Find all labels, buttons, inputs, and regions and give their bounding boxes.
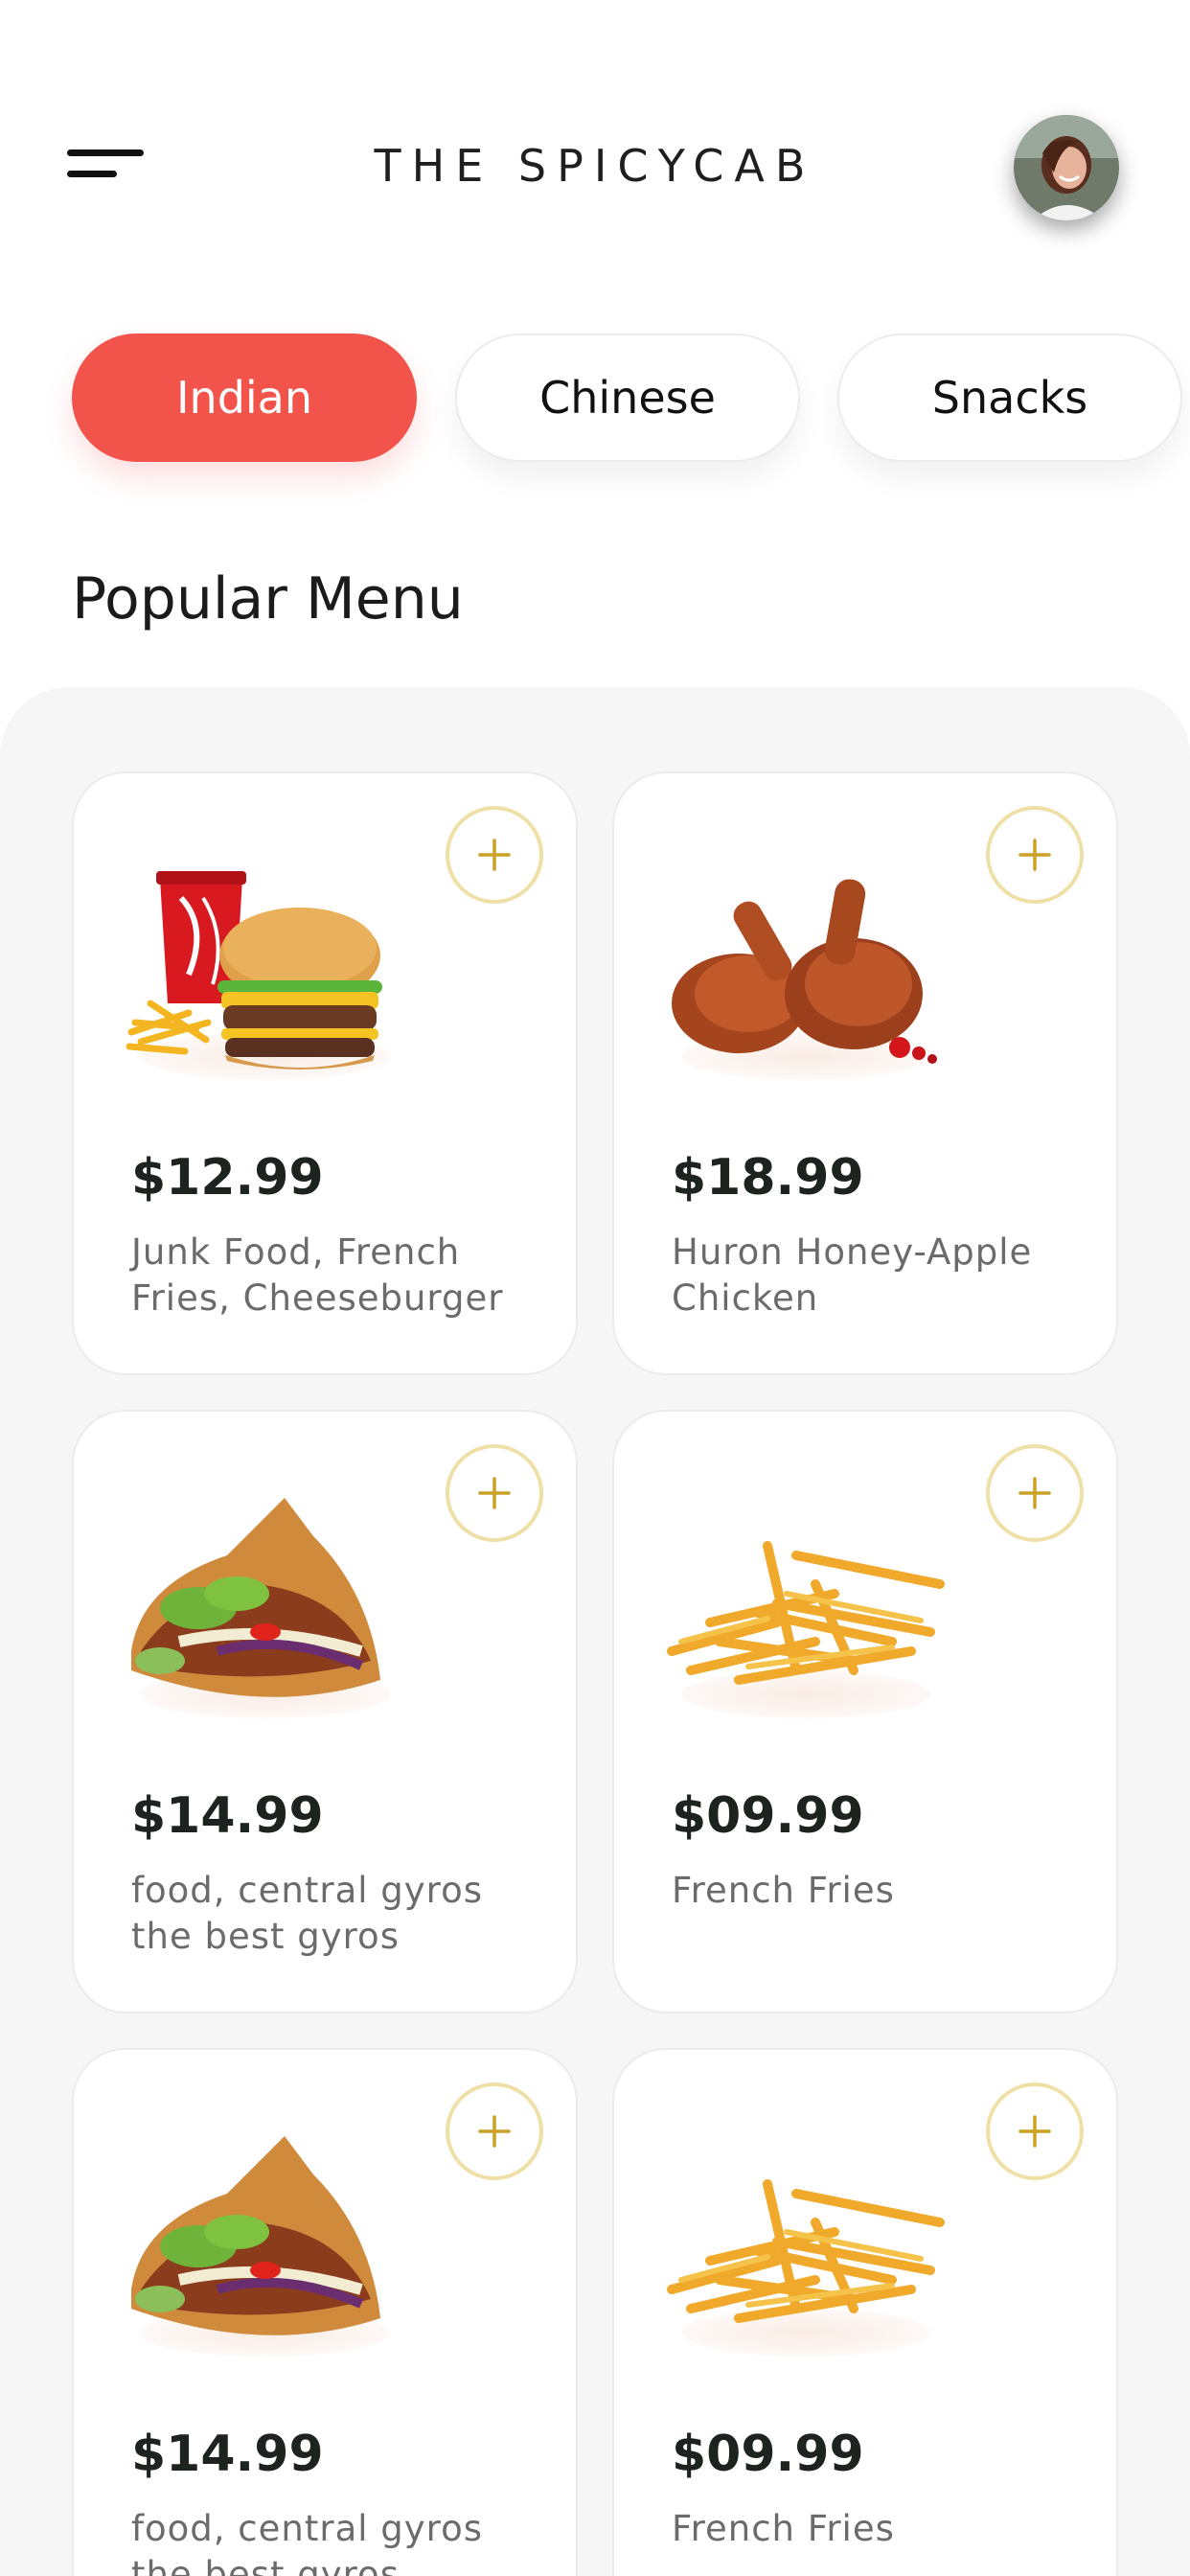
tab-snacks[interactable]: Snacks (837, 334, 1182, 462)
plus-icon (1018, 839, 1051, 871)
french-fries-image (662, 2136, 950, 2347)
plus-icon (1018, 2115, 1051, 2148)
chicken-legs-image (662, 860, 950, 1070)
category-tabs: Indian Chinese Snacks (72, 334, 1190, 464)
menu-item-card[interactable]: $14.99 food, central gyros the best gyro… (72, 1410, 578, 2013)
item-price: $09.99 (672, 2426, 864, 2483)
burger-combo-image (122, 860, 409, 1070)
tab-chinese[interactable]: Chinese (455, 334, 800, 462)
item-price: $09.99 (672, 1787, 864, 1845)
menu-item-card[interactable]: $18.99 Huron Honey-Apple Chicken (612, 771, 1118, 1375)
item-description: food, central gyros the best gyros (131, 1870, 483, 1957)
item-description: French Fries (672, 2508, 895, 2549)
plus-icon (478, 2115, 511, 2148)
item-description: French Fries (672, 1870, 895, 1911)
add-to-cart-button[interactable] (986, 1444, 1084, 1542)
gyros-image (122, 2136, 409, 2347)
item-price: $12.99 (131, 1149, 324, 1207)
item-description: Junk Food, French Fries, Cheeseburger (131, 1231, 504, 1319)
add-to-cart-button[interactable] (446, 1444, 543, 1542)
add-to-cart-button[interactable] (986, 806, 1084, 904)
item-description: Huron Honey-Apple Chicken (672, 1231, 1033, 1319)
plus-icon (478, 839, 511, 871)
menu-item-card[interactable]: $09.99 French Fries (612, 2048, 1118, 2576)
menu-item-card[interactable]: $09.99 French Fries (612, 1410, 1118, 2013)
add-to-cart-button[interactable] (446, 806, 543, 904)
user-avatar[interactable] (1014, 115, 1119, 220)
section-title: Popular Menu (72, 565, 464, 632)
item-price: $18.99 (672, 1149, 864, 1207)
french-fries-image (662, 1498, 950, 1709)
plus-icon (478, 1477, 511, 1509)
item-price: $14.99 (131, 2426, 324, 2483)
menu-item-card[interactable]: $14.99 food, central gyros the best gyro… (72, 2048, 578, 2576)
item-description: food, central gyros the best gyros (131, 2508, 483, 2576)
item-price: $14.99 (131, 1787, 324, 1845)
add-to-cart-button[interactable] (446, 2082, 543, 2180)
menu-item-card[interactable]: $12.99 Junk Food, French Fries, Cheesebu… (72, 771, 578, 1375)
add-to-cart-button[interactable] (986, 2082, 1084, 2180)
app-header: THE SPICYCAB (0, 0, 1190, 316)
plus-icon (1018, 1477, 1051, 1509)
tab-indian[interactable]: Indian (72, 334, 417, 462)
gyros-image (122, 1498, 409, 1709)
app-title: THE SPICYCAB (374, 140, 816, 192)
